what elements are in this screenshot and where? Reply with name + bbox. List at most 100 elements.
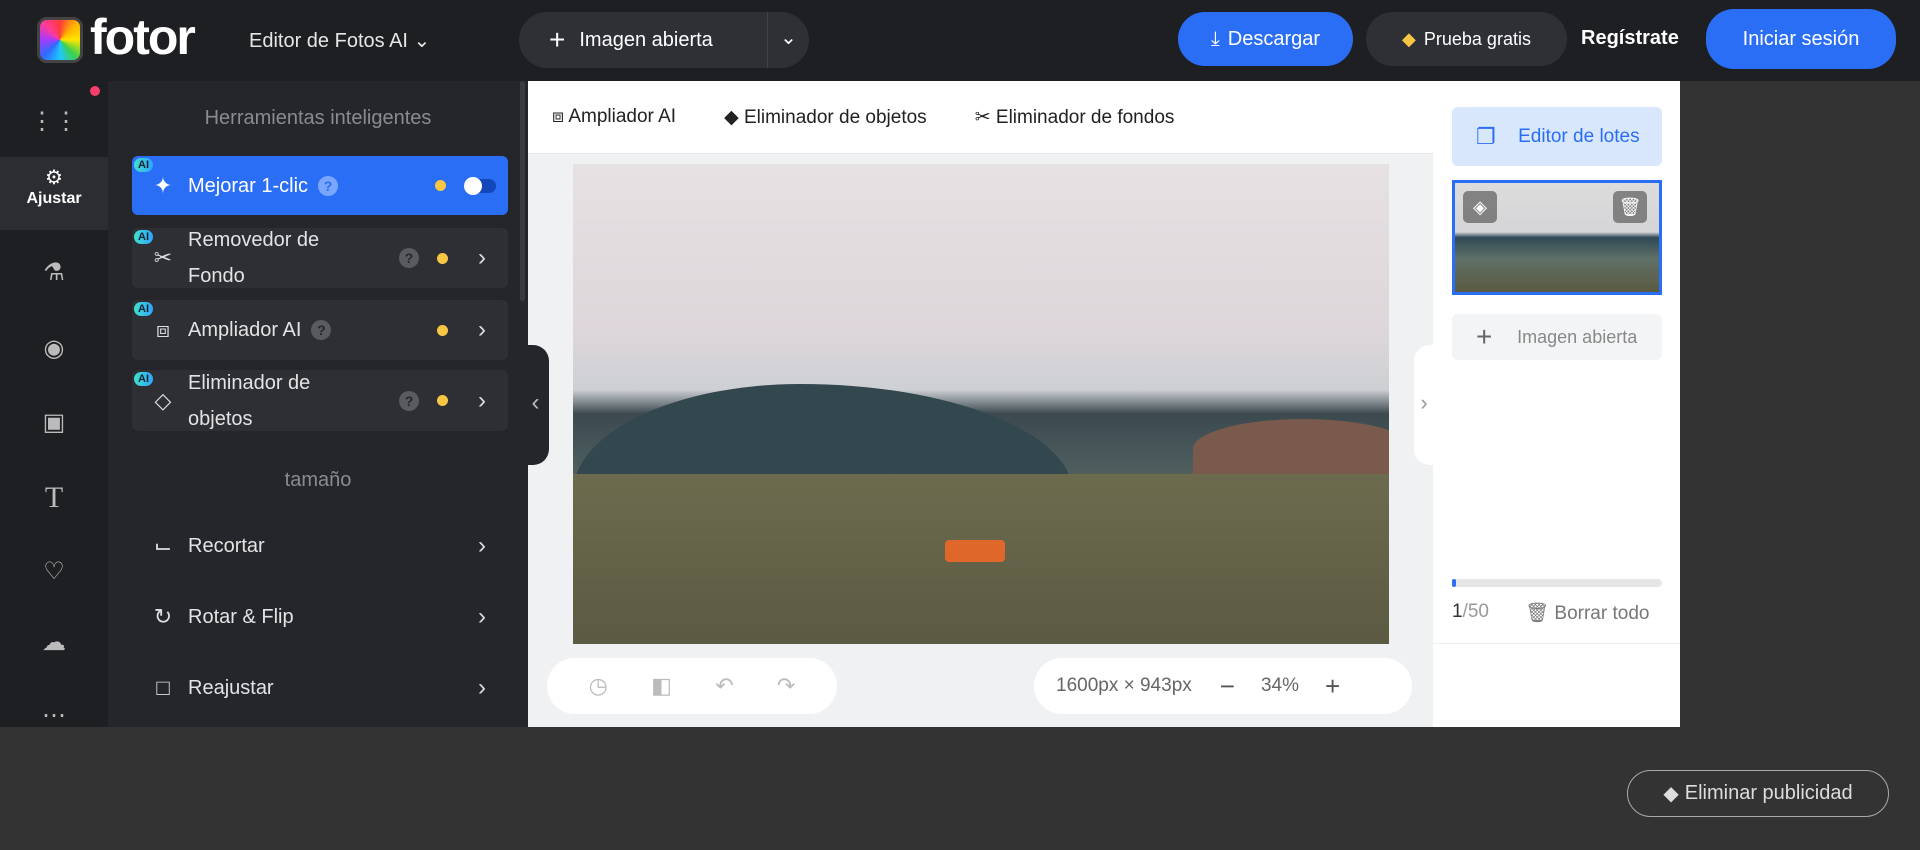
tool-label: Ampliador AI (188, 319, 302, 341)
tool-label: Removedor de Fondo (188, 229, 320, 287)
chevron-right-icon: › (1420, 390, 1428, 415)
remove-ads-label: Eliminar publicidad (1684, 782, 1853, 804)
section-heading: Herramientas inteligentes (204, 107, 432, 129)
fotor-logo-icon[interactable] (37, 17, 83, 63)
chevron-down-icon: ⌄ (413, 30, 431, 52)
scissors-icon: ✂ (153, 245, 173, 270)
toolbar-label: Eliminador de objetos (743, 106, 927, 128)
trash-icon: 🗑 (1525, 603, 1550, 624)
chevron-right-icon: › (478, 244, 486, 271)
clear-all-button[interactable]: 🗑 Borrar todo (1525, 601, 1649, 625)
eliminador-objetos-button[interactable]: ◆ Eliminador de objetos (724, 106, 927, 129)
collapse-panel-button[interactable]: ‹ (522, 345, 549, 465)
icon-rail: ⋮⋮ ⚙ Ajustar ⚗ ◉ ▣ T ♡ ☁ ⋯ (0, 81, 108, 730)
upscale-icon: ⧈ (552, 106, 565, 127)
premium-dot (437, 252, 448, 264)
ai-badge: AI (134, 372, 153, 386)
ai-badge: AI (134, 158, 153, 172)
text-icon[interactable]: T (0, 481, 108, 515)
chevron-right-icon: › (478, 603, 486, 630)
trial-label: Prueba gratis (1423, 28, 1531, 49)
tool-removedor-fondo[interactable]: AI ✂ Removedor de Fondo ? › (132, 228, 508, 288)
chevron-right-icon: › (478, 674, 486, 701)
batch-editor-button[interactable]: ❐ Editor de lotes (1452, 107, 1662, 166)
tools-panel: Herramientas inteligentes AI ✦ Mejorar 1… (108, 81, 528, 727)
ai-badge: AI (134, 302, 153, 316)
premium-dot (435, 180, 446, 191)
chevron-down-icon[interactable]: ⌄ (767, 12, 809, 68)
ampliador-ai-button[interactable]: ⧈ Ampliador AI (552, 106, 676, 128)
tool-reajustar[interactable]: □ Reajustar › (132, 663, 508, 713)
divider (1433, 643, 1680, 644)
expand-panel-button[interactable]: › (1414, 345, 1434, 465)
scissors-icon: ✂ (974, 106, 991, 128)
frame-icon[interactable]: ▣ (0, 408, 108, 437)
image-dimensions: 1600px × 943px (1056, 675, 1192, 696)
zoom-out-icon[interactable]: − (1220, 671, 1235, 702)
tool-rotar-flip[interactable]: ↻ Rotar & Flip › (132, 592, 508, 642)
zoom-in-icon[interactable]: + (1325, 671, 1340, 702)
count-current: 1 (1452, 601, 1463, 622)
magic-wand-icon: ✦ (153, 172, 173, 198)
help-icon[interactable]: ? (399, 390, 419, 411)
apps-grid-icon[interactable]: ⋮⋮ (0, 107, 108, 136)
chevron-right-icon: › (478, 532, 486, 559)
tool-ampliador[interactable]: AI ⧈ Ampliador AI ? › (132, 300, 508, 360)
free-trial-button[interactable]: ◆ Prueba gratis (1366, 12, 1567, 66)
photo-canvas[interactable] (573, 164, 1389, 644)
open-image-button[interactable]: + Imagen abierta ⌄ (519, 12, 809, 68)
add-image-button[interactable]: + Imagen abierta (1452, 314, 1662, 360)
premium-dot (437, 395, 448, 406)
ai-badge: AI (134, 230, 153, 244)
undo-icon[interactable]: ↶ (715, 673, 733, 699)
image-thumbnail[interactable]: ◈ 🗑 (1452, 180, 1662, 295)
rotate-icon: ↻ (153, 604, 173, 629)
flask-icon[interactable]: ⚗ (0, 258, 108, 287)
compare-icon[interactable]: ◧ (651, 673, 672, 699)
right-panel: ❐ Editor de lotes ◈ 🗑 + Imagen abierta 1… (1433, 81, 1680, 727)
login-button[interactable]: Iniciar sesión (1706, 9, 1896, 69)
eye-icon[interactable]: ◉ (0, 334, 108, 363)
batch-editor-label: Editor de lotes (1518, 126, 1640, 147)
image-count: 1/50 (1452, 601, 1489, 623)
brand-logo[interactable]: fotor (90, 8, 196, 66)
tool-mejorar[interactable]: AI ✦ Mejorar 1-clic ? (132, 156, 508, 215)
register-link[interactable]: Regístrate (1581, 27, 1679, 50)
layers-icon[interactable]: ◈ (1463, 191, 1497, 223)
download-icon: ⤓ (1210, 27, 1220, 50)
rail-ajustar-label: Ajustar (26, 190, 82, 207)
redo-icon[interactable]: ↷ (777, 673, 795, 699)
toggle-switch[interactable] (464, 176, 496, 195)
upload-cloud-icon[interactable]: ☁ (0, 628, 108, 657)
resize-icon: □ (156, 675, 170, 700)
tool-label: Mejorar 1-clic (188, 174, 309, 197)
diamond-icon: ◆ (1402, 28, 1416, 49)
diamond-icon: ◆ (1663, 783, 1679, 805)
help-icon[interactable]: ? (318, 175, 339, 196)
remove-ads-button[interactable]: ◆ Eliminar publicidad (1627, 770, 1889, 817)
shapes-icon[interactable]: ♡ (0, 557, 108, 586)
eliminador-fondos-button[interactable]: ✂ Eliminador de fondos (975, 106, 1175, 129)
history-icon[interactable]: ◷ (589, 673, 608, 699)
upscale-icon: ⧈ (156, 317, 170, 342)
download-button[interactable]: ⤓ Descargar (1178, 12, 1353, 66)
add-image-label: Imagen abierta (1517, 326, 1638, 347)
zoom-controls: 1600px × 943px − 34% + (1034, 658, 1412, 714)
orange-car (945, 540, 1005, 562)
canvas-toolbar: ⧈ Ampliador AI ◆ Eliminador de objetos ✂… (528, 81, 1433, 154)
plus-icon: + (549, 24, 566, 55)
more-icon[interactable]: ⋯ (0, 701, 108, 730)
product-menu[interactable]: Editor de Fotos AI ⌄ (249, 28, 430, 53)
chevron-right-icon: › (478, 386, 486, 414)
help-icon[interactable]: ? (311, 320, 332, 340)
trash-icon[interactable]: 🗑 (1613, 191, 1647, 223)
tool-recortar[interactable]: ⌙ Recortar › (132, 521, 508, 571)
rail-item-ajustar[interactable]: ⚙ Ajustar (0, 157, 108, 230)
tool-label: Rotar & Flip (188, 605, 294, 628)
tool-label: Recortar (188, 534, 265, 557)
help-icon[interactable]: ? (399, 248, 419, 268)
tool-eliminador-objetos[interactable]: AI ◇ Eliminador de objetos ? › (132, 370, 508, 431)
count-total: /50 (1462, 601, 1489, 622)
tool-label: Eliminador de objetos (188, 371, 311, 430)
eraser-icon: ◆ (724, 106, 739, 128)
